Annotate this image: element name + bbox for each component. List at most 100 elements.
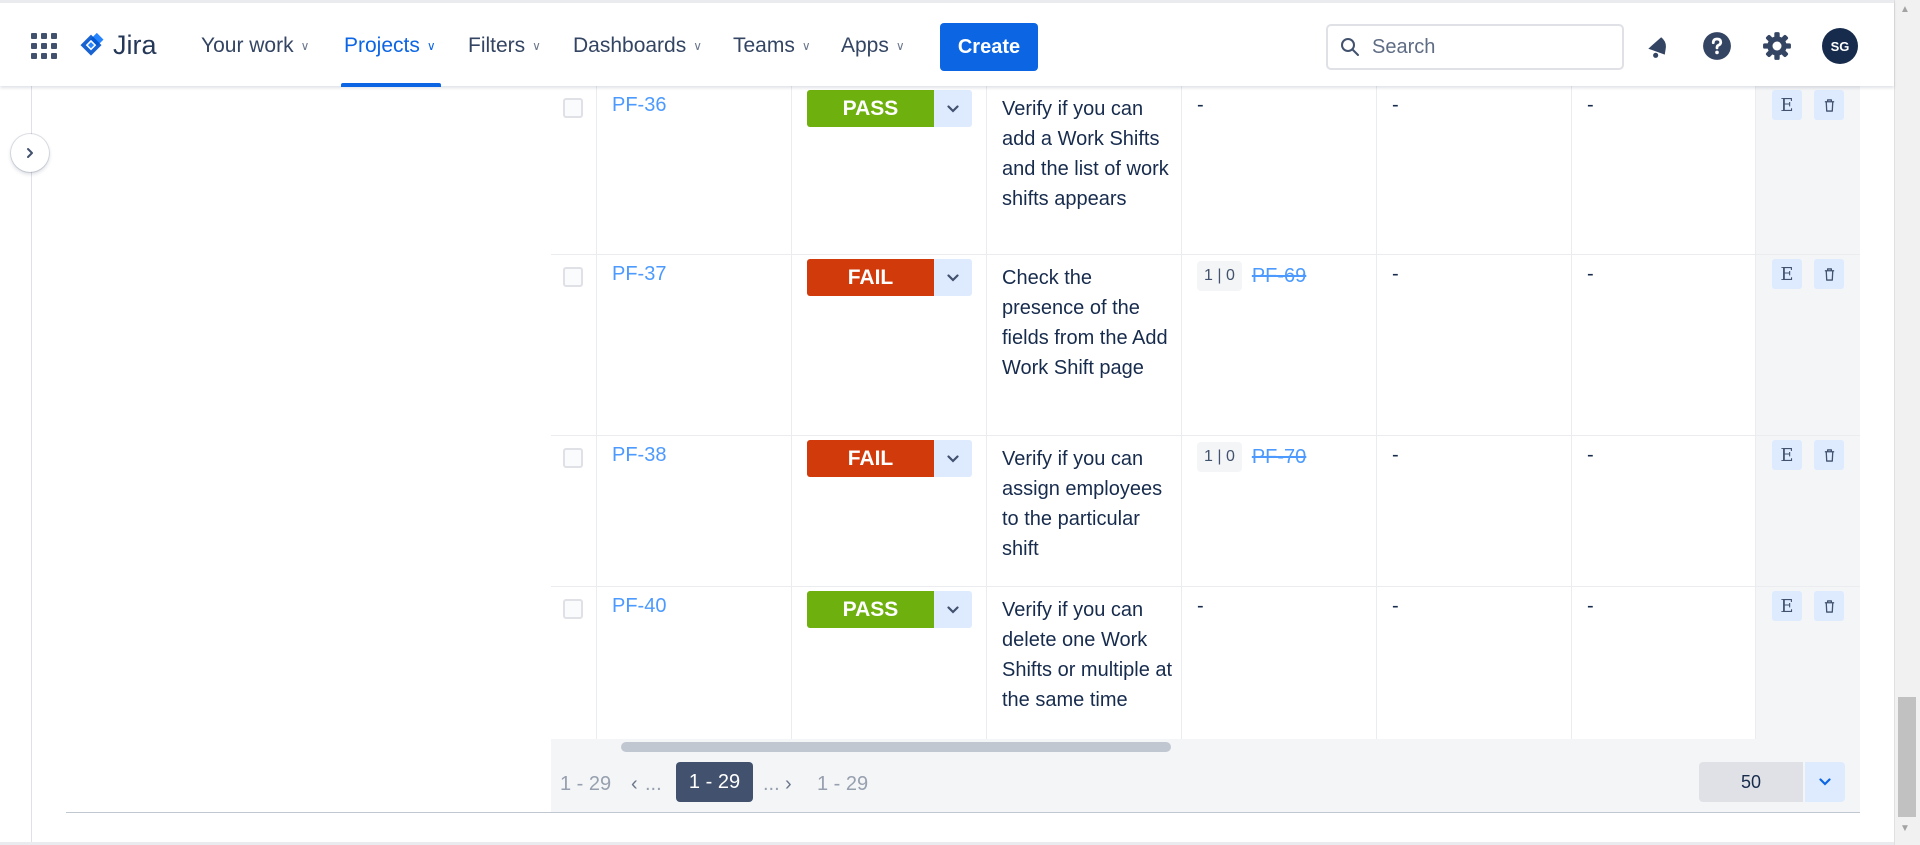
- next-ellipsis[interactable]: ...: [763, 773, 780, 796]
- create-button[interactable]: Create: [940, 23, 1038, 71]
- scroll-up-arrow-icon[interactable]: ▲: [1900, 4, 1910, 15]
- divider: [66, 812, 1860, 813]
- chevron-down-icon: [947, 104, 959, 113]
- defect-count-badge: 1 | 0: [1197, 442, 1242, 472]
- app-switcher-icon[interactable]: [31, 33, 57, 59]
- status-fail-badge[interactable]: FAIL: [807, 440, 934, 477]
- nav-projects[interactable]: Projects ∨: [344, 31, 436, 61]
- column-value: -: [1392, 263, 1399, 285]
- horizontal-scrollbar-thumb[interactable]: [621, 742, 1171, 752]
- search-input[interactable]: [1372, 35, 1602, 59]
- table-row: PF-38 FAIL Verify if you can assign empl…: [551, 436, 1860, 587]
- status-dropdown-button[interactable]: [934, 591, 972, 628]
- test-summary: Check the presence of the fields from th…: [1002, 267, 1168, 379]
- current-page-button[interactable]: 1 - 29: [676, 762, 753, 802]
- top-navigation: Jira Your work ∨ Projects ∨ Filters ∨ Dashb…: [0, 0, 1894, 87]
- nav-filters[interactable]: Filters ∨: [468, 31, 541, 61]
- nav-apps-label: Apps: [841, 34, 889, 57]
- row-checkbox[interactable]: [563, 448, 583, 468]
- jira-logo[interactable]: Jira: [77, 30, 157, 61]
- status-fail-badge[interactable]: FAIL: [807, 259, 934, 296]
- jira-logo-icon: [80, 32, 104, 56]
- issue-key-link[interactable]: PF-36: [612, 94, 666, 117]
- status-dropdown-button[interactable]: [934, 259, 972, 296]
- row-checkbox[interactable]: [563, 98, 583, 118]
- prev-ellipsis[interactable]: ...: [645, 773, 662, 796]
- nav-your-work-label: Your work: [201, 34, 294, 57]
- row-checkbox[interactable]: [563, 267, 583, 287]
- chevron-down-icon: ∨: [895, 39, 905, 53]
- help-icon[interactable]: [1701, 30, 1733, 62]
- status-pass-badge[interactable]: PASS: [807, 90, 934, 127]
- column-value: -: [1392, 94, 1399, 116]
- execute-button[interactable]: E: [1772, 591, 1802, 621]
- row-checkbox[interactable]: [563, 599, 583, 619]
- page-size-dropdown-button[interactable]: [1805, 762, 1845, 802]
- defects-list: 1 | 0 PF-69: [1197, 261, 1306, 291]
- nav-teams-label: Teams: [733, 34, 795, 57]
- delete-trash-icon[interactable]: [1814, 259, 1844, 289]
- chevron-down-icon: [1819, 778, 1831, 786]
- column-value: -: [1587, 595, 1594, 617]
- chevron-down-icon: [947, 605, 959, 614]
- sidebar-border: [31, 86, 32, 845]
- scroll-down-arrow-icon[interactable]: ▼: [1900, 823, 1910, 834]
- last-page-range[interactable]: 1 - 29: [817, 773, 868, 796]
- first-page-range[interactable]: 1 - 29: [560, 773, 611, 796]
- chevron-down-icon: [947, 454, 959, 463]
- nav-teams[interactable]: Teams ∨: [733, 31, 811, 61]
- defects-list: 1 | 0 PF-70: [1197, 442, 1306, 472]
- issue-key-link[interactable]: PF-40: [612, 595, 666, 618]
- chevron-right-icon[interactable]: ›: [785, 773, 792, 796]
- test-cases-table: PF-36 PASS Verify if you can add a Work …: [551, 86, 1860, 739]
- user-avatar[interactable]: SG: [1822, 28, 1858, 64]
- nav-your-work[interactable]: Your work ∨: [201, 31, 309, 61]
- status-selector[interactable]: FAIL: [807, 440, 972, 477]
- table-row: PF-40 PASS Verify if you can delete one …: [551, 587, 1860, 739]
- search-icon: [1341, 38, 1359, 56]
- active-nav-indicator: [341, 83, 441, 87]
- chevron-left-icon[interactable]: ‹: [631, 773, 638, 796]
- column-value: -: [1392, 444, 1399, 466]
- column-value: -: [1587, 94, 1594, 116]
- vertical-scrollbar-thumb[interactable]: [1898, 697, 1916, 817]
- column-value: -: [1587, 444, 1594, 466]
- search-box[interactable]: [1326, 24, 1624, 70]
- status-selector[interactable]: FAIL: [807, 259, 972, 296]
- pagination-bar: 1 - 29 ‹ ... 1 - 29 ... › 1 - 29 50: [551, 753, 1860, 813]
- issue-key-link[interactable]: PF-37: [612, 263, 666, 286]
- chevron-down-icon: ∨: [693, 39, 703, 53]
- chevron-down-icon: [947, 273, 959, 282]
- status-selector[interactable]: PASS: [807, 591, 972, 628]
- execute-button[interactable]: E: [1772, 440, 1802, 470]
- nav-dashboards[interactable]: Dashboards ∨: [573, 31, 702, 61]
- defect-link[interactable]: PF-69: [1252, 265, 1306, 288]
- delete-trash-icon[interactable]: [1814, 440, 1844, 470]
- chevron-down-icon: ∨: [532, 39, 541, 53]
- test-summary: Verify if you can assign employees to th…: [1002, 448, 1163, 560]
- table-row: PF-37 FAIL Check the presence of the fie…: [551, 255, 1860, 436]
- delete-trash-icon[interactable]: [1814, 90, 1844, 120]
- page-size-select[interactable]: 50: [1699, 762, 1803, 802]
- notifications-icon[interactable]: [1642, 30, 1674, 62]
- status-dropdown-button[interactable]: [934, 90, 972, 127]
- settings-gear-icon[interactable]: [1761, 30, 1793, 62]
- nav-apps[interactable]: Apps ∨: [841, 31, 905, 61]
- test-summary: Verify if you can add a Work Shifts and …: [1002, 98, 1169, 210]
- chevron-down-icon: ∨: [300, 39, 310, 53]
- status-pass-badge[interactable]: PASS: [807, 591, 934, 628]
- column-value: -: [1392, 595, 1399, 617]
- delete-trash-icon[interactable]: [1814, 591, 1844, 621]
- defects-empty: -: [1197, 94, 1204, 116]
- status-dropdown-button[interactable]: [934, 440, 972, 477]
- execute-button[interactable]: E: [1772, 259, 1802, 289]
- nav-projects-label: Projects: [344, 34, 420, 57]
- defects-empty: -: [1197, 595, 1204, 617]
- expand-sidebar-button[interactable]: [11, 134, 49, 172]
- nav-filters-label: Filters: [468, 34, 526, 57]
- issue-key-link[interactable]: PF-38: [612, 444, 666, 467]
- status-selector[interactable]: PASS: [807, 90, 972, 127]
- chevron-down-icon: ∨: [426, 39, 436, 53]
- defect-link[interactable]: PF-70: [1252, 446, 1306, 469]
- execute-button[interactable]: E: [1772, 90, 1802, 120]
